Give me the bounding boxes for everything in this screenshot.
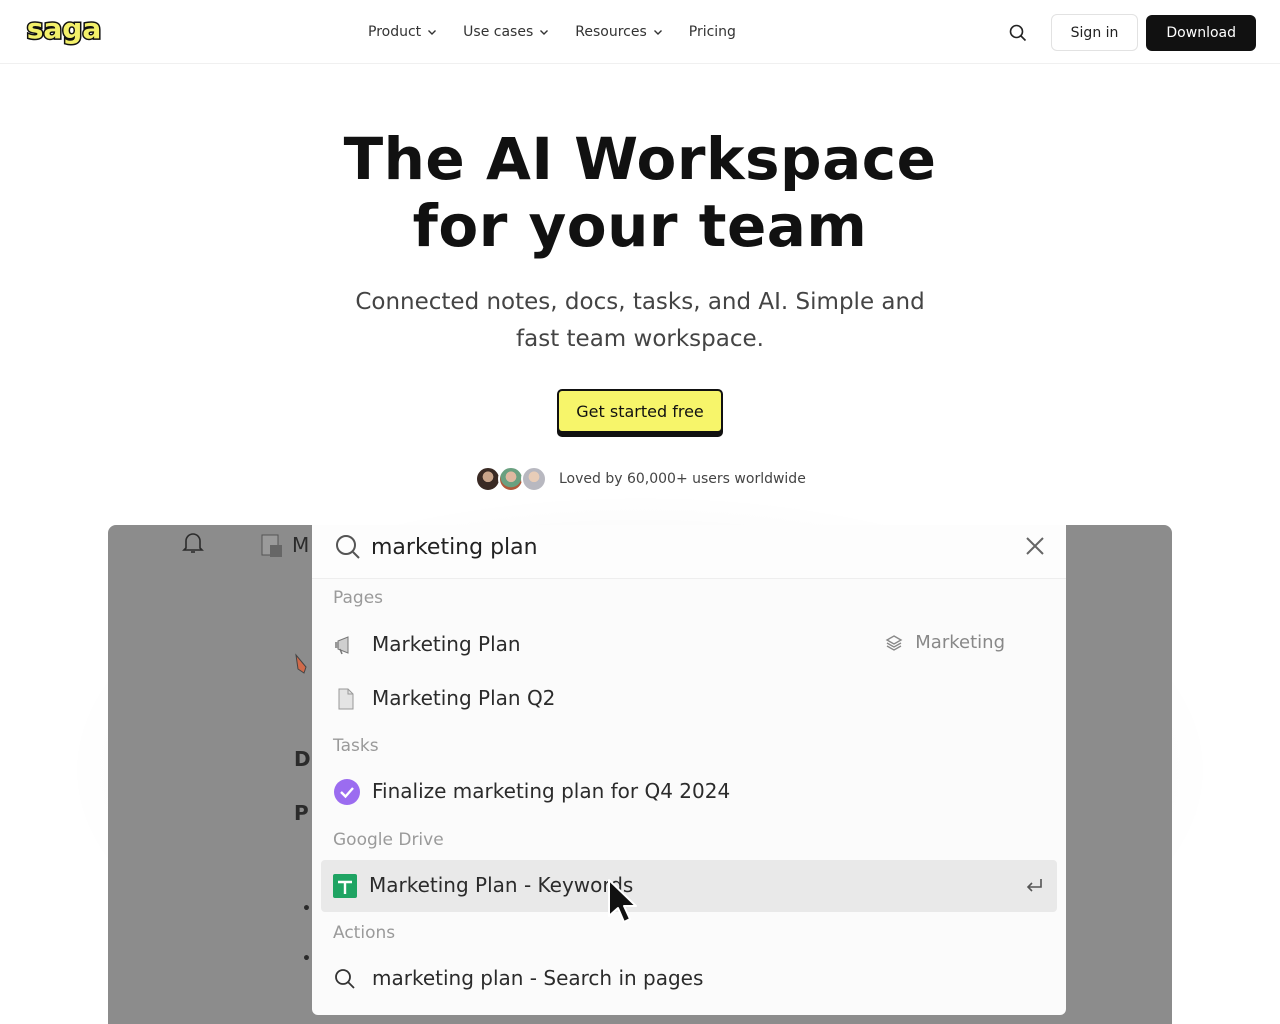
result-title: Finalize marketing plan for Q4 2024	[372, 779, 731, 803]
hero-title-line2: for your team	[412, 192, 868, 260]
section-label-tasks: Tasks	[333, 736, 379, 756]
social-proof-text: Loved by 60,000+ users worldwide	[559, 471, 806, 487]
result-title: marketing plan - Search in pages	[372, 966, 704, 990]
nav-use-cases[interactable]: Use cases	[463, 24, 549, 40]
task-done-icon	[334, 779, 360, 805]
section-label-google-drive: Google Drive	[333, 830, 444, 850]
result-row-task[interactable]: Finalize marketing plan for Q4 2024	[321, 766, 1057, 818]
layers-icon	[885, 634, 903, 651]
result-row-drive[interactable]: Marketing Plan - Keywords	[321, 860, 1057, 912]
result-title: Marketing Plan Q2	[372, 686, 556, 710]
search-icon	[336, 535, 360, 559]
user-avatars	[475, 466, 547, 492]
background-text: D	[294, 747, 311, 771]
chevron-down-icon	[653, 30, 662, 35]
search-icon	[1009, 24, 1026, 41]
mouse-cursor-icon	[608, 879, 637, 923]
saga-logo-icon: saga	[25, 14, 103, 46]
get-started-button[interactable]: Get started free	[557, 389, 723, 433]
avatar	[521, 466, 547, 492]
chevron-down-icon	[540, 30, 549, 35]
top-navbar: saga Product Use cases Resources Pricing…	[0, 0, 1280, 64]
page-icon	[261, 534, 282, 557]
nav-use-cases-label: Use cases	[463, 24, 534, 40]
result-row-page[interactable]: Marketing Plan Marketing	[321, 619, 1057, 671]
result-row-action[interactable]: marketing plan - Search in pages	[321, 953, 1057, 1005]
nav-resources[interactable]: Resources	[575, 24, 663, 40]
google-sheets-icon	[333, 874, 357, 898]
bell-icon	[182, 533, 204, 553]
section-label-pages: Pages	[333, 588, 384, 608]
hero-title-line1: The AI Workspace	[343, 125, 937, 193]
nav-pricing[interactable]: Pricing	[689, 24, 736, 40]
palette-search-bar[interactable]: marketing plan	[312, 525, 1066, 579]
result-title: Marketing Plan - Keywords	[369, 873, 634, 897]
hero-title: The AI Workspace for your team	[0, 126, 1280, 260]
pencil-icon	[295, 653, 307, 674]
svg-text:saga: saga	[27, 14, 102, 45]
background-text: P	[294, 801, 309, 825]
megaphone-icon	[335, 636, 349, 655]
download-button[interactable]: Download	[1146, 14, 1256, 51]
bullet: •	[302, 951, 311, 967]
sign-in-button[interactable]: Sign in	[1050, 14, 1139, 51]
search-icon	[335, 969, 355, 989]
enter-key-icon	[1026, 879, 1042, 892]
result-workspace-label: Marketing	[915, 632, 1005, 653]
social-proof: Loved by 60,000+ users worldwide	[475, 465, 806, 493]
result-title: Marketing Plan	[372, 632, 521, 656]
nav-product[interactable]: Product	[368, 24, 437, 40]
chevron-down-icon	[428, 30, 437, 35]
command-palette: marketing plan Pages Marketing Plan Mark…	[312, 525, 1066, 1015]
result-workspace: Marketing	[885, 632, 1005, 653]
palette-search-input[interactable]: marketing plan	[371, 533, 538, 563]
nav-resources-label: Resources	[575, 24, 647, 40]
nav-product-label: Product	[368, 24, 422, 40]
nav-links: Product Use cases Resources Pricing	[368, 0, 762, 64]
bullet: •	[302, 901, 311, 917]
hero-subtitle: Connected notes, docs, tasks, and AI. Si…	[355, 289, 925, 352]
nav-actions: Sign in Download	[1001, 14, 1256, 51]
document-icon	[338, 688, 354, 710]
close-icon[interactable]	[1024, 535, 1046, 557]
nav-pricing-label: Pricing	[688, 24, 736, 40]
saga-logo[interactable]: saga	[24, 14, 104, 46]
search-button[interactable]	[1001, 16, 1035, 50]
result-row-page[interactable]: Marketing Plan Q2	[321, 673, 1057, 725]
section-label-actions: Actions	[333, 923, 396, 943]
background-text: M	[292, 533, 310, 557]
